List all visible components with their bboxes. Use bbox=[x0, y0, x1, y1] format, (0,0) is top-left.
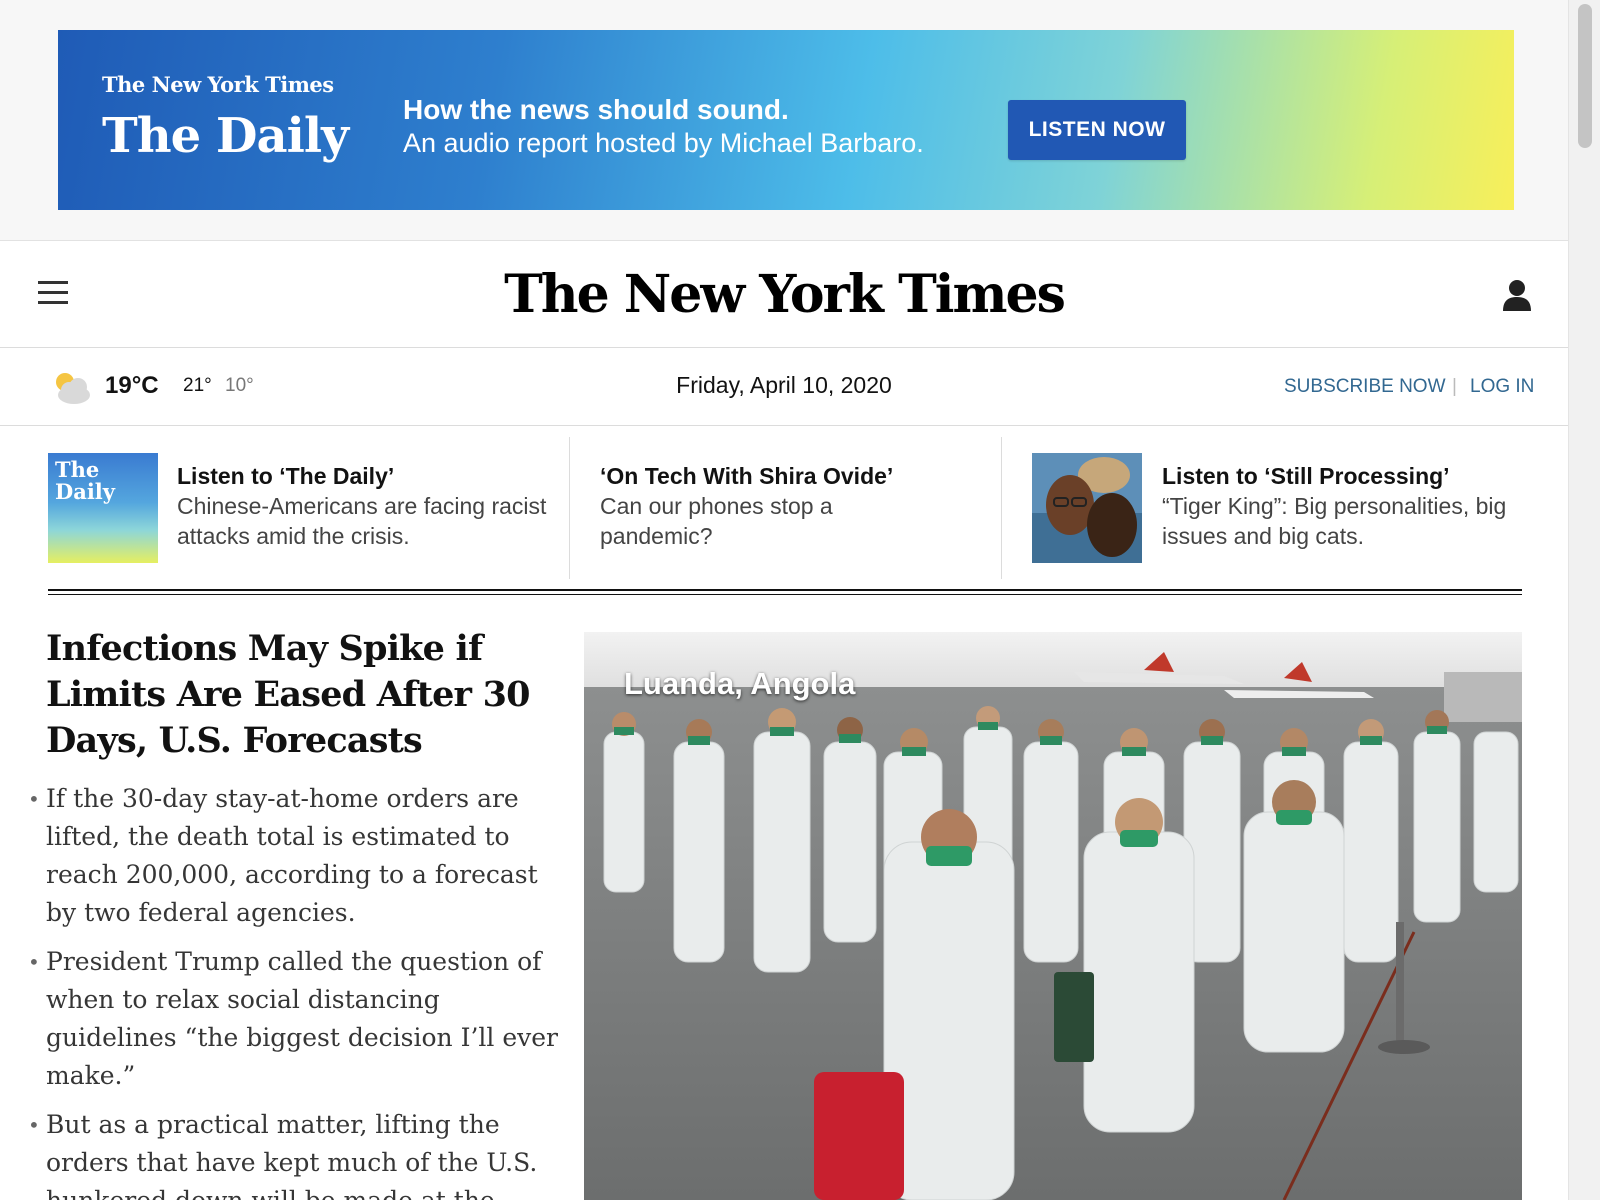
the-daily-thumbnail: The Daily bbox=[48, 453, 158, 563]
still-processing-hosts-photo bbox=[1032, 453, 1142, 563]
section-rule bbox=[48, 589, 1522, 595]
ad-headline: How the news should sound. bbox=[403, 94, 789, 125]
ad-brand: The New York Times bbox=[102, 72, 334, 97]
promo-on-tech[interactable]: ‘On Tech With Shira Ovide’ Can our phone… bbox=[600, 437, 1000, 579]
scrollbar-thumb[interactable] bbox=[1578, 4, 1592, 148]
lead-summary-bullet: But as a practical matter, lifting the o… bbox=[28, 1106, 568, 1200]
the-daily-ad-banner[interactable]: The New York Times The Daily How the new… bbox=[58, 30, 1514, 210]
ad-subtitle: An audio report hosted by Michael Barbar… bbox=[403, 128, 924, 158]
lead-summary-bullet: If the 30-day stay-at-home orders are li… bbox=[28, 780, 568, 932]
the-daily-thumbnail-text: The Daily bbox=[55, 457, 115, 504]
ad-area: The New York Times The Daily How the new… bbox=[0, 0, 1568, 241]
nyt-logo[interactable]: The New York Times bbox=[0, 264, 1568, 325]
promo-summary: “Tiger King”: Big personalities, big iss… bbox=[1162, 493, 1507, 549]
listen-now-button[interactable]: LISTEN NOW bbox=[1008, 100, 1186, 160]
date-bar: 19°C 21° 10° Friday, April 10, 2020 SUBS… bbox=[0, 348, 1568, 426]
page-scrollbar[interactable] bbox=[1568, 0, 1600, 1200]
promo-title: Listen to ‘Still Processing’ bbox=[1162, 463, 1450, 489]
subscribe-now-link[interactable]: SUBSCRIBE NOW bbox=[1284, 376, 1446, 398]
promo-title: Listen to ‘The Daily’ bbox=[177, 463, 395, 489]
lead-summary-bullet: President Trump called the question of w… bbox=[28, 943, 568, 1095]
promo-title: ‘On Tech With Shira Ovide’ bbox=[600, 463, 894, 489]
log-in-link[interactable]: LOG IN bbox=[1470, 376, 1534, 398]
link-separator: | bbox=[1452, 376, 1457, 397]
lead-photo[interactable]: Luanda, Angola bbox=[584, 632, 1522, 1200]
promo-summary: Can our phones stop a pandemic? bbox=[600, 493, 833, 549]
promo-still-processing[interactable]: Listen to ‘Still Processing’ “Tiger King… bbox=[1032, 437, 1532, 579]
promo-divider bbox=[569, 437, 570, 579]
lead-summary-list: If the 30-day stay-at-home orders are li… bbox=[28, 780, 568, 1200]
masthead: The New York Times bbox=[0, 242, 1568, 348]
lead-photo-image bbox=[584, 632, 1522, 1200]
lead-headline[interactable]: Infections May Spike if Limits Are Eased… bbox=[46, 626, 546, 764]
user-account-icon[interactable] bbox=[1500, 278, 1534, 312]
promo-divider bbox=[1001, 437, 1002, 579]
promo-the-daily[interactable]: The Daily Listen to ‘The Daily’ Chinese-… bbox=[48, 437, 568, 579]
ad-title: The Daily bbox=[102, 108, 349, 164]
photo-location-caption: Luanda, Angola bbox=[624, 666, 856, 701]
promo-summary: Chinese-Americans are facing racist atta… bbox=[177, 493, 547, 549]
